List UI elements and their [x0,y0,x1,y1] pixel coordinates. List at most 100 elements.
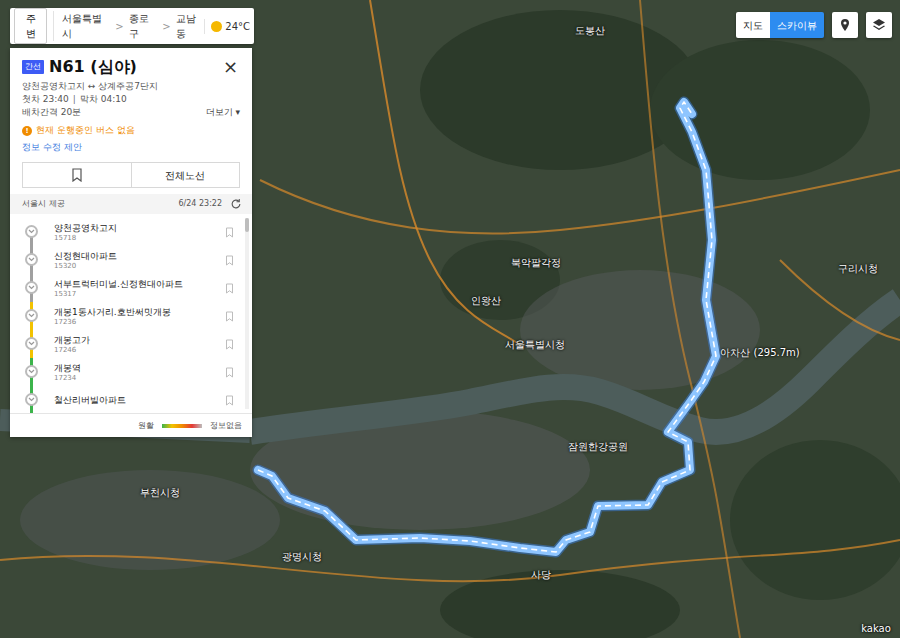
map-label: 잠원한강공원 [568,439,628,454]
bus-info-panel: 간선N61 (심야)×양천공영차고지 ↔ 상계주공7단지첫차 23:40|막차 … [10,48,252,437]
stop-id: 15317 [54,290,183,298]
scrollbar-thumb[interactable] [245,218,249,232]
map-controls: 지도스카이뷰 [736,12,892,38]
stop-row[interactable]: 양천공영차고지15718 [10,218,252,246]
bus-route-line[interactable] [258,102,716,552]
map-label: 도봉산 [575,23,605,38]
route-track [10,302,54,330]
refresh-icon[interactable] [230,198,242,210]
more-button[interactable]: 더보기 ▾ [206,106,240,119]
han-river [250,300,900,432]
stop-info: 개봉고가17246 [54,335,90,354]
provider-row: 서울시 제공 6/24 23:22 [10,194,252,214]
route-track [10,330,54,358]
interval-row: 배차간격 20분더보기 ▾ [22,106,240,119]
location-button[interactable] [832,12,858,38]
bus-type-badge: 간선 [22,60,44,74]
title-row: 간선 N61 (심야) × [22,57,240,76]
stop-bookmark[interactable] [225,255,234,266]
stop-name[interactable]: 개봉1동사거리.호반써밋개봉 [54,307,171,318]
stop-row[interactable]: 서부트럭터미널.신정현대아파트15317 [10,274,252,302]
breadcrumb-item[interactable]: 종로구 [129,11,158,41]
stop-id: 17246 [54,346,90,354]
stop-name[interactable]: 철산리버빌아파트 [54,395,126,406]
stop-dot-icon [25,281,38,294]
stop-info: 개봉1동사거리.호반써밋개봉17236 [54,307,171,326]
stop-name[interactable]: 개봉역 [54,363,81,374]
legend-smooth: 원활 [138,420,154,432]
stop-row[interactable]: 신정현대아파트15320 [10,246,252,274]
stop-bookmark[interactable] [225,311,234,322]
stop-bookmark[interactable] [225,227,234,238]
provider: 서울시 제공 [22,198,65,210]
scrollbar[interactable] [245,218,249,409]
view-button[interactable]: 스카이뷰 [770,12,824,38]
nearby-button[interactable]: 주변 [14,8,47,44]
route-track [10,358,54,386]
stop-info: 양천공영차고지15718 [54,223,117,242]
action-buttons: 전체노선 [22,162,240,188]
stop-name[interactable]: 양천공영차고지 [54,223,117,234]
suggest-edit-link[interactable]: 정보 수정 제안 [22,141,240,155]
stop-id: 17234 [54,374,81,382]
view-toggle: 지도스카이뷰 [736,12,824,38]
panel-header: 간선N61 (심야)×양천공영차고지 ↔ 상계주공7단지첫차 23:40|막차 … [10,48,252,154]
breadcrumb-separator: > [162,19,170,34]
route-track [10,246,54,274]
stop-row[interactable]: 개봉1동사거리.호반써밋개봉17236 [10,302,252,330]
stop-id: 15320 [54,262,117,270]
stop-name[interactable]: 서부트럭터미널.신정현대아파트 [54,279,183,290]
stop-name[interactable]: 개봉고가 [54,335,90,346]
stop-bookmark[interactable] [225,395,234,406]
map-label: 아차산 (295.7m) [720,345,799,360]
stop-bookmark[interactable] [225,339,234,350]
stop-info: 철산리버빌아파트 [54,395,126,406]
stop-dot-icon [25,337,38,350]
stop-info: 서부트럭터미널.신정현대아파트15317 [54,279,183,298]
stop-dot-icon [25,253,38,266]
close-button[interactable]: × [221,58,240,76]
schedule: 첫차 23:40 | 막차 04:10 [22,93,240,106]
stop-bookmark[interactable] [225,283,234,294]
stop-dot-icon [25,365,38,378]
map-label: 사당 [531,567,551,582]
notice-text: 현재 운행중인 버스 없음 [36,124,135,138]
bus-name: N61 (심야) [49,57,137,76]
pin-icon [838,18,852,32]
breadcrumb: 서울특별시>종로구>교남동 [53,11,204,41]
map-canvas[interactable]: 서울특별시청구리시청광명시청부천시청아차산 (295.7m)잠원한강공원도봉산북… [0,0,900,638]
bookmark-icon [225,311,234,322]
stop-row[interactable]: 개봉고가17246 [10,330,252,358]
stop-dot-icon [25,225,38,238]
update-time: 6/24 23:22 [178,198,222,210]
bookmark-icon [225,339,234,350]
stop-row[interactable]: 철산리버빌아파트 [10,386,252,413]
last-bus: 막차 04:10 [80,93,127,106]
weather: 24°C [204,19,250,34]
view-button[interactable]: 지도 [736,12,770,38]
status-notice: ! 현재 운행중인 버스 없음 [22,124,240,138]
layers-button[interactable] [866,12,892,38]
breadcrumb-item[interactable]: 교남동 [176,11,205,41]
stop-name[interactable]: 신정현대아파트 [54,251,117,262]
bookmark-icon [225,395,234,406]
stop-row[interactable]: 개봉역17234 [10,358,252,386]
route-track [10,386,54,413]
stop-bookmark[interactable] [225,367,234,378]
stop-dot-icon [25,309,38,322]
bookmark-icon [71,168,83,182]
map-copyright: kakao [861,621,891,636]
bookmark-button[interactable] [23,163,131,187]
full-route-button[interactable]: 전체노선 [131,163,240,187]
stop-info: 신정현대아파트15320 [54,251,117,270]
warning-icon: ! [22,126,32,136]
first-bus: 첫차 23:40 [22,93,69,106]
divider: | [73,93,76,106]
bookmark-icon [225,283,234,294]
route-track [10,274,54,302]
breadcrumb-item[interactable]: 서울특별시 [62,11,110,41]
stop-id: 17236 [54,318,171,326]
map-label: 구리시청 [838,261,878,276]
legend-gradient [162,424,202,428]
map-label: 부천시청 [140,485,180,500]
